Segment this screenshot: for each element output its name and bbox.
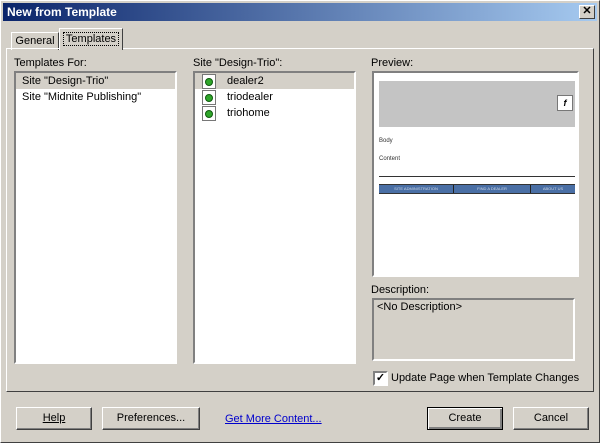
preferences-button[interactable]: Preferences...	[102, 407, 200, 430]
list-item-template[interactable]: dealer2	[195, 73, 354, 89]
preview-nav-item: SITE ADMINISTRATION	[379, 185, 454, 193]
create-button[interactable]: Create	[427, 407, 503, 430]
get-more-content-link[interactable]: Get More Content...	[225, 413, 322, 425]
close-button[interactable]: ✕	[579, 5, 595, 19]
tab-templates[interactable]: Templates	[59, 28, 123, 50]
update-page-checkbox[interactable]: ✓	[373, 371, 388, 386]
preview-divider	[379, 176, 575, 177]
cancel-button[interactable]: Cancel	[513, 407, 589, 430]
templates-for-label: Templates For:	[14, 57, 87, 69]
preview-nav-item: FIND A DEALER	[454, 185, 531, 193]
preview-nav-bar: SITE ADMINISTRATION FIND A DEALER ABOUT …	[379, 184, 575, 194]
preview-pane: f Body Content SITE ADMINISTRATION FIND …	[372, 71, 579, 277]
update-page-checkbox-label[interactable]: Update Page when Template Changes	[391, 372, 579, 384]
preview-nav-item: ABOUT US	[542, 186, 564, 191]
help-button-label: Help	[42, 412, 66, 424]
description-label: Description:	[371, 284, 430, 296]
preview-body-text: Body	[379, 138, 393, 144]
list-item-template[interactable]: triohome	[195, 105, 354, 121]
list-item-site-design-trio[interactable]: Site "Design-Trio"	[16, 73, 175, 89]
template-file-icon	[202, 74, 216, 89]
templates-for-list[interactable]: Site "Design-Trio" Site "Midnite Publish…	[14, 71, 177, 364]
flash-icon: f	[557, 95, 573, 111]
site-templates-list[interactable]: dealer2 triodealer triohome	[193, 71, 356, 364]
window-title: New from Template	[7, 5, 117, 19]
help-button[interactable]: Help	[16, 407, 92, 430]
cancel-button-label: Cancel	[533, 412, 569, 424]
create-button-label: Create	[448, 412, 482, 424]
title-bar[interactable]: New from Template ✕	[3, 3, 597, 21]
site-templates-label: Site "Design-Trio":	[193, 57, 283, 69]
template-file-icon	[202, 106, 216, 121]
preview-label: Preview:	[371, 57, 414, 69]
list-item-site-midnite-publishing[interactable]: Site "Midnite Publishing"	[16, 89, 175, 105]
template-file-icon	[202, 90, 216, 105]
tab-templates-label: Templates	[62, 32, 120, 46]
preview-header-banner: f	[379, 81, 575, 127]
new-from-template-dialog: New from Template ✕ General Templates Te…	[0, 0, 600, 443]
template-name: triodealer	[227, 91, 273, 103]
preferences-button-label: Preferences...	[116, 412, 186, 424]
description-field: <No Description>	[372, 298, 575, 361]
template-name: triohome	[227, 107, 270, 119]
template-name: dealer2	[227, 75, 264, 87]
preview-content-text: Content	[379, 156, 401, 162]
list-item-template[interactable]: triodealer	[195, 89, 354, 105]
